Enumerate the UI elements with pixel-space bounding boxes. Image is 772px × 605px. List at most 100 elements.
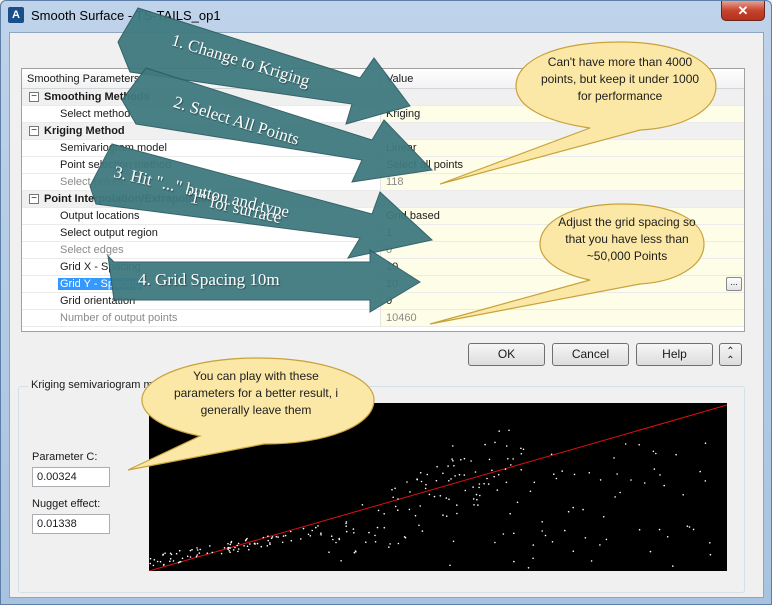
sample-point	[232, 549, 235, 551]
sample-point	[282, 535, 285, 537]
dialog-client-area: Smoothing Parameters Value − Smoothing Me…	[9, 32, 764, 598]
sample-point	[389, 543, 391, 545]
sample-point	[686, 525, 689, 527]
sample-point	[418, 524, 420, 527]
sample-point	[260, 545, 263, 548]
collapse-toggle-icon[interactable]: −	[29, 126, 39, 136]
sample-point	[196, 549, 199, 551]
selected-property-label: Grid Y - Spacing	[58, 278, 143, 290]
sample-point	[162, 554, 164, 556]
sample-point	[229, 547, 231, 549]
sample-point	[527, 567, 530, 569]
sample-point	[510, 464, 512, 466]
window-title: Smooth Surface - TS-TAILS_op1	[31, 8, 221, 23]
sample-point	[505, 445, 508, 447]
sample-point	[256, 542, 259, 545]
sample-point	[572, 550, 575, 552]
sample-point	[442, 472, 444, 475]
sample-point	[614, 496, 616, 498]
close-button[interactable]: ✕	[721, 1, 765, 21]
title-bar[interactable]: A Smooth Surface - TS-TAILS_op1 ✕	[1, 1, 771, 31]
sample-point	[277, 536, 279, 538]
nugget-effect-field[interactable]: 0.01338	[32, 514, 110, 534]
property-label: Grid X - Spacing	[60, 261, 141, 273]
property-row[interactable]: Semivariogram model Linear	[22, 140, 744, 157]
collapse-toggle-icon[interactable]: −	[29, 194, 39, 204]
sample-point	[335, 541, 337, 544]
cancel-button[interactable]: Cancel	[552, 343, 629, 366]
property-category-row[interactable]: − Kriging Method	[22, 123, 744, 140]
sample-point	[473, 504, 475, 506]
property-value[interactable]: 1	[386, 227, 392, 239]
sample-point	[300, 538, 302, 540]
sample-point	[271, 536, 274, 538]
sample-point	[448, 480, 450, 482]
property-label: Select edges	[60, 244, 124, 256]
semivariogram-plot	[148, 403, 728, 572]
callout-grid-text: Adjust the grid spacing so that you have…	[558, 215, 696, 263]
help-button[interactable]: Help	[636, 343, 713, 366]
sample-point	[456, 512, 458, 515]
sample-point	[199, 548, 201, 551]
property-row[interactable]: Grid Y - Spacing 10...	[22, 276, 744, 293]
sample-point	[682, 494, 684, 496]
sample-point	[397, 498, 399, 500]
parameter-c-field[interactable]: 0.00324	[32, 467, 110, 487]
sample-point	[376, 526, 379, 529]
sample-point	[599, 479, 602, 481]
property-row[interactable]: Number of output points 10460	[22, 310, 744, 327]
property-value[interactable]: Select all points	[386, 159, 463, 171]
collapse-toggle-icon[interactable]: −	[29, 92, 39, 102]
sample-point	[246, 545, 249, 548]
sample-point	[428, 493, 431, 496]
property-value[interactable]: Linear	[386, 142, 417, 154]
sample-point	[394, 505, 397, 508]
sample-point	[269, 542, 271, 544]
sample-point	[243, 545, 245, 547]
sample-point	[189, 549, 192, 552]
sample-point	[520, 453, 523, 455]
property-value[interactable]: Kriging	[386, 108, 420, 120]
property-value[interactable]: 10	[386, 278, 398, 290]
property-value[interactable]: 0	[386, 295, 392, 307]
sample-point	[328, 551, 330, 553]
sample-point	[152, 564, 155, 567]
sample-point	[643, 482, 646, 484]
sample-point	[451, 458, 453, 460]
sample-point	[229, 543, 232, 546]
parameter-c-label: Parameter C:	[32, 451, 98, 463]
property-value[interactable]: 10	[386, 261, 398, 273]
sample-point	[159, 560, 162, 563]
property-label: Number of output points	[60, 312, 178, 324]
property-value[interactable]: Grid based	[386, 210, 440, 222]
collapse-panel-button[interactable]: ⌃ ⌃	[719, 343, 742, 366]
sample-point	[311, 529, 313, 532]
sample-point	[383, 526, 386, 529]
sample-point	[488, 458, 491, 461]
sample-point	[655, 452, 657, 455]
sample-point	[397, 542, 400, 545]
sample-point	[436, 465, 438, 468]
ellipsis-button[interactable]: ...	[726, 277, 742, 291]
sample-point	[408, 508, 411, 511]
sample-point	[619, 491, 621, 494]
property-label: Semivariogram model	[60, 142, 167, 154]
property-row[interactable]: Select method Kriging	[22, 106, 744, 123]
property-row[interactable]: Grid orientation 0	[22, 293, 744, 310]
property-category-row[interactable]: − Point Interpolation/Extrapolation	[22, 191, 744, 208]
header-value: Value	[386, 73, 414, 85]
sample-point	[460, 459, 462, 461]
sample-point	[494, 441, 496, 444]
sample-point	[354, 550, 357, 552]
sample-point	[281, 541, 284, 544]
ok-button[interactable]: OK	[468, 343, 545, 366]
sample-point	[709, 553, 712, 556]
sample-point	[209, 545, 211, 547]
sample-point	[320, 534, 322, 536]
sample-point	[505, 481, 508, 484]
sample-point	[189, 556, 192, 558]
property-label: Grid orientation	[60, 295, 136, 307]
sample-point	[237, 550, 239, 553]
sample-point	[289, 530, 292, 533]
sample-point	[424, 487, 427, 490]
